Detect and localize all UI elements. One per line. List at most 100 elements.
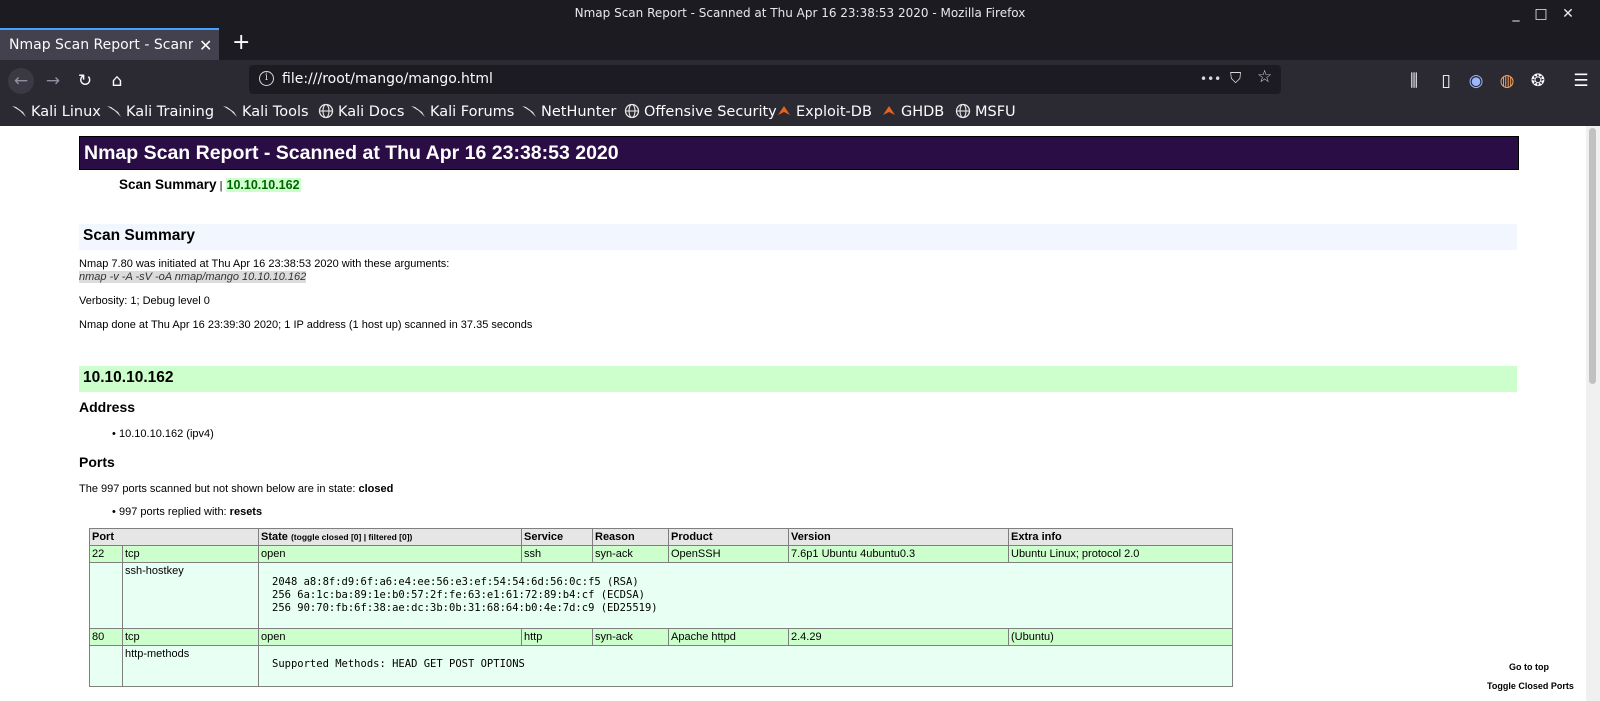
- go-to-top-link[interactable]: Go to top: [1509, 662, 1549, 672]
- bookmark-label: MSFU: [975, 104, 1016, 120]
- window-title: Nmap Scan Report - Scanned at Thu Apr 16…: [574, 6, 1026, 20]
- bookmark-label: GHDB: [901, 104, 945, 120]
- bookmark-label: Kali Training: [126, 104, 215, 120]
- ports-heading: Ports: [79, 454, 115, 470]
- site-info-icon[interactable]: i: [259, 71, 274, 86]
- bookmarks-toolbar: Kali Linux Kali Training Kali Tools Kali…: [0, 100, 1600, 126]
- scan-summary-heading: Scan Summary: [79, 224, 1517, 250]
- bookmark-exploit-db[interactable]: Exploit-DB: [776, 103, 872, 123]
- scan-arguments: nmap -v -A -sV -oA nmap/mango 10.10.10.1…: [79, 271, 307, 283]
- replied-reason: resets: [229, 506, 263, 518]
- bookmark-label: Kali Docs: [338, 104, 405, 120]
- bookmark-label: NetHunter: [541, 104, 617, 120]
- col-header-version: Version: [788, 528, 1009, 546]
- nav-host-link[interactable]: 10.10.10.162: [225, 178, 301, 192]
- host-heading: 10.10.10.162: [79, 366, 1517, 392]
- library-icon[interactable]: ⫼: [1401, 68, 1427, 94]
- bookmark-kali-docs[interactable]: Kali Docs: [318, 103, 404, 123]
- address-heading: Address: [79, 399, 136, 415]
- page-content: Nmap Scan Report - Scanned at Thu Apr 16…: [0, 126, 1586, 701]
- account-icon[interactable]: ◉: [1463, 68, 1489, 94]
- maximize-icon[interactable]: □: [1530, 3, 1552, 25]
- bookmark-label: Offensive Security: [644, 104, 777, 120]
- sidebar-icon[interactable]: ▯: [1433, 68, 1459, 94]
- url-text[interactable]: file:///root/mango/mango.html: [282, 71, 493, 87]
- col-header-extra-info: Extra info: [1008, 528, 1233, 546]
- script-output: Supported Methods: HEAD GET POST OPTIONS: [258, 645, 1233, 687]
- nav-scan-summary-link[interactable]: Scan Summary: [119, 177, 217, 192]
- scrollbar-thumb[interactable]: [1589, 128, 1596, 384]
- replied-prefix: 997 ports replied with:: [119, 506, 230, 518]
- kali-dragon-icon: [522, 106, 536, 117]
- bookmark-label: Kali Forums: [430, 104, 515, 120]
- reload-icon[interactable]: ↻: [72, 68, 98, 94]
- globe-icon: [624, 103, 640, 119]
- col-header-product: Product: [668, 528, 789, 546]
- port-protocol: tcp: [122, 628, 259, 646]
- bookmark-msfu[interactable]: MSFU: [955, 103, 1016, 123]
- bookmark-offensive-security[interactable]: Offensive Security: [624, 103, 777, 123]
- bookmark-kali-linux[interactable]: Kali Linux: [11, 103, 101, 123]
- closed-ports-prefix: The 997 ports scanned but not shown belo…: [79, 483, 359, 495]
- pocket-icon[interactable]: ⛉: [1230, 69, 1241, 87]
- report-banner: Nmap Scan Report - Scanned at Thu Apr 16…: [79, 136, 1519, 170]
- kali-dragon-icon: [107, 106, 121, 117]
- port-version: 7.6p1 Ubuntu 4ubuntu0.3: [788, 545, 1009, 563]
- exploit-db-icon: [778, 106, 790, 115]
- report-nav: Scan Summary | 10.10.10.162: [119, 177, 301, 192]
- port-product: OpenSSH: [668, 545, 789, 563]
- port-service: ssh: [521, 545, 593, 563]
- new-tab-button[interactable]: +: [232, 30, 250, 55]
- tab-label: Nmap Scan Report - Scanned at Thu Apr 16…: [9, 37, 193, 53]
- bookmark-kali-training[interactable]: Kali Training: [106, 103, 214, 123]
- addon-icon[interactable]: ◍: [1494, 68, 1520, 94]
- close-tab-icon[interactable]: ✕: [199, 36, 212, 55]
- kali-dragon-icon: [223, 106, 237, 117]
- tab-nmap-report[interactable]: Nmap Scan Report - Scanned at Thu Apr 16…: [0, 28, 219, 60]
- closed-ports-state: closed: [358, 483, 394, 495]
- bookmark-kali-forums[interactable]: Kali Forums: [410, 103, 514, 123]
- toggle-closed-ports-link[interactable]: Toggle Closed Ports: [1487, 681, 1574, 691]
- close-window-icon[interactable]: ✕: [1557, 3, 1579, 25]
- bookmark-star-icon[interactable]: ☆: [1257, 67, 1272, 87]
- port-extra-info: Ubuntu Linux; protocol 2.0: [1008, 545, 1233, 563]
- window-titlebar: Nmap Scan Report - Scanned at Thu Apr 16…: [0, 0, 1600, 28]
- script-spacer: [89, 562, 123, 629]
- kali-dragon-icon: [12, 106, 26, 117]
- col-header-service: Service: [521, 528, 593, 546]
- bookmark-kali-tools[interactable]: Kali Tools: [222, 103, 309, 123]
- port-state: open: [258, 545, 522, 563]
- script-name: ssh-hostkey: [122, 562, 259, 629]
- port-reason: syn-ack: [592, 628, 669, 646]
- port-reason: syn-ack: [592, 545, 669, 563]
- port-product: Apache httpd: [668, 628, 789, 646]
- url-bar[interactable]: i file:///root/mango/mango.html ••• ⛉ ☆: [249, 65, 1281, 94]
- bookmark-label: Kali Linux: [31, 104, 101, 120]
- bookmark-nethunter[interactable]: NetHunter: [521, 103, 616, 123]
- nav-separator: |: [216, 180, 226, 192]
- page-scrollbar[interactable]: [1586, 126, 1600, 701]
- forward-arrow-icon[interactable]: →: [40, 68, 66, 94]
- state-header-label: State: [261, 531, 288, 543]
- minimize-icon[interactable]: _: [1505, 3, 1527, 25]
- extension-icon[interactable]: ❂: [1525, 68, 1551, 94]
- closed-ports-text: The 997 ports scanned but not shown belo…: [79, 483, 393, 495]
- bookmark-label: Exploit-DB: [796, 104, 872, 120]
- bookmark-ghdb[interactable]: GHDB: [881, 103, 944, 123]
- toggle-closed-filtered-link[interactable]: (toggle closed [0] | filtered [0]): [291, 532, 412, 542]
- col-header-port: Port: [89, 528, 259, 546]
- hamburger-menu-icon[interactable]: ☰: [1568, 68, 1594, 94]
- page-actions-icon[interactable]: •••: [1200, 72, 1221, 86]
- col-header-state: State (toggle closed [0] | filtered [0]): [258, 528, 522, 546]
- tab-strip: Nmap Scan Report - Scanned at Thu Apr 16…: [0, 28, 1600, 60]
- navigation-toolbar: ← → ↻ ⌂ i file:///root/mango/mango.html …: [0, 60, 1600, 100]
- port-state: open: [258, 628, 522, 646]
- globe-icon: [955, 103, 971, 119]
- port-number: 22: [89, 545, 123, 563]
- home-icon[interactable]: ⌂: [104, 68, 130, 94]
- script-name: http-methods: [122, 645, 259, 687]
- bookmark-label: Kali Tools: [242, 104, 309, 120]
- exploit-db-icon: [883, 106, 895, 115]
- back-arrow-icon[interactable]: ←: [8, 68, 34, 94]
- script-spacer: [89, 645, 123, 687]
